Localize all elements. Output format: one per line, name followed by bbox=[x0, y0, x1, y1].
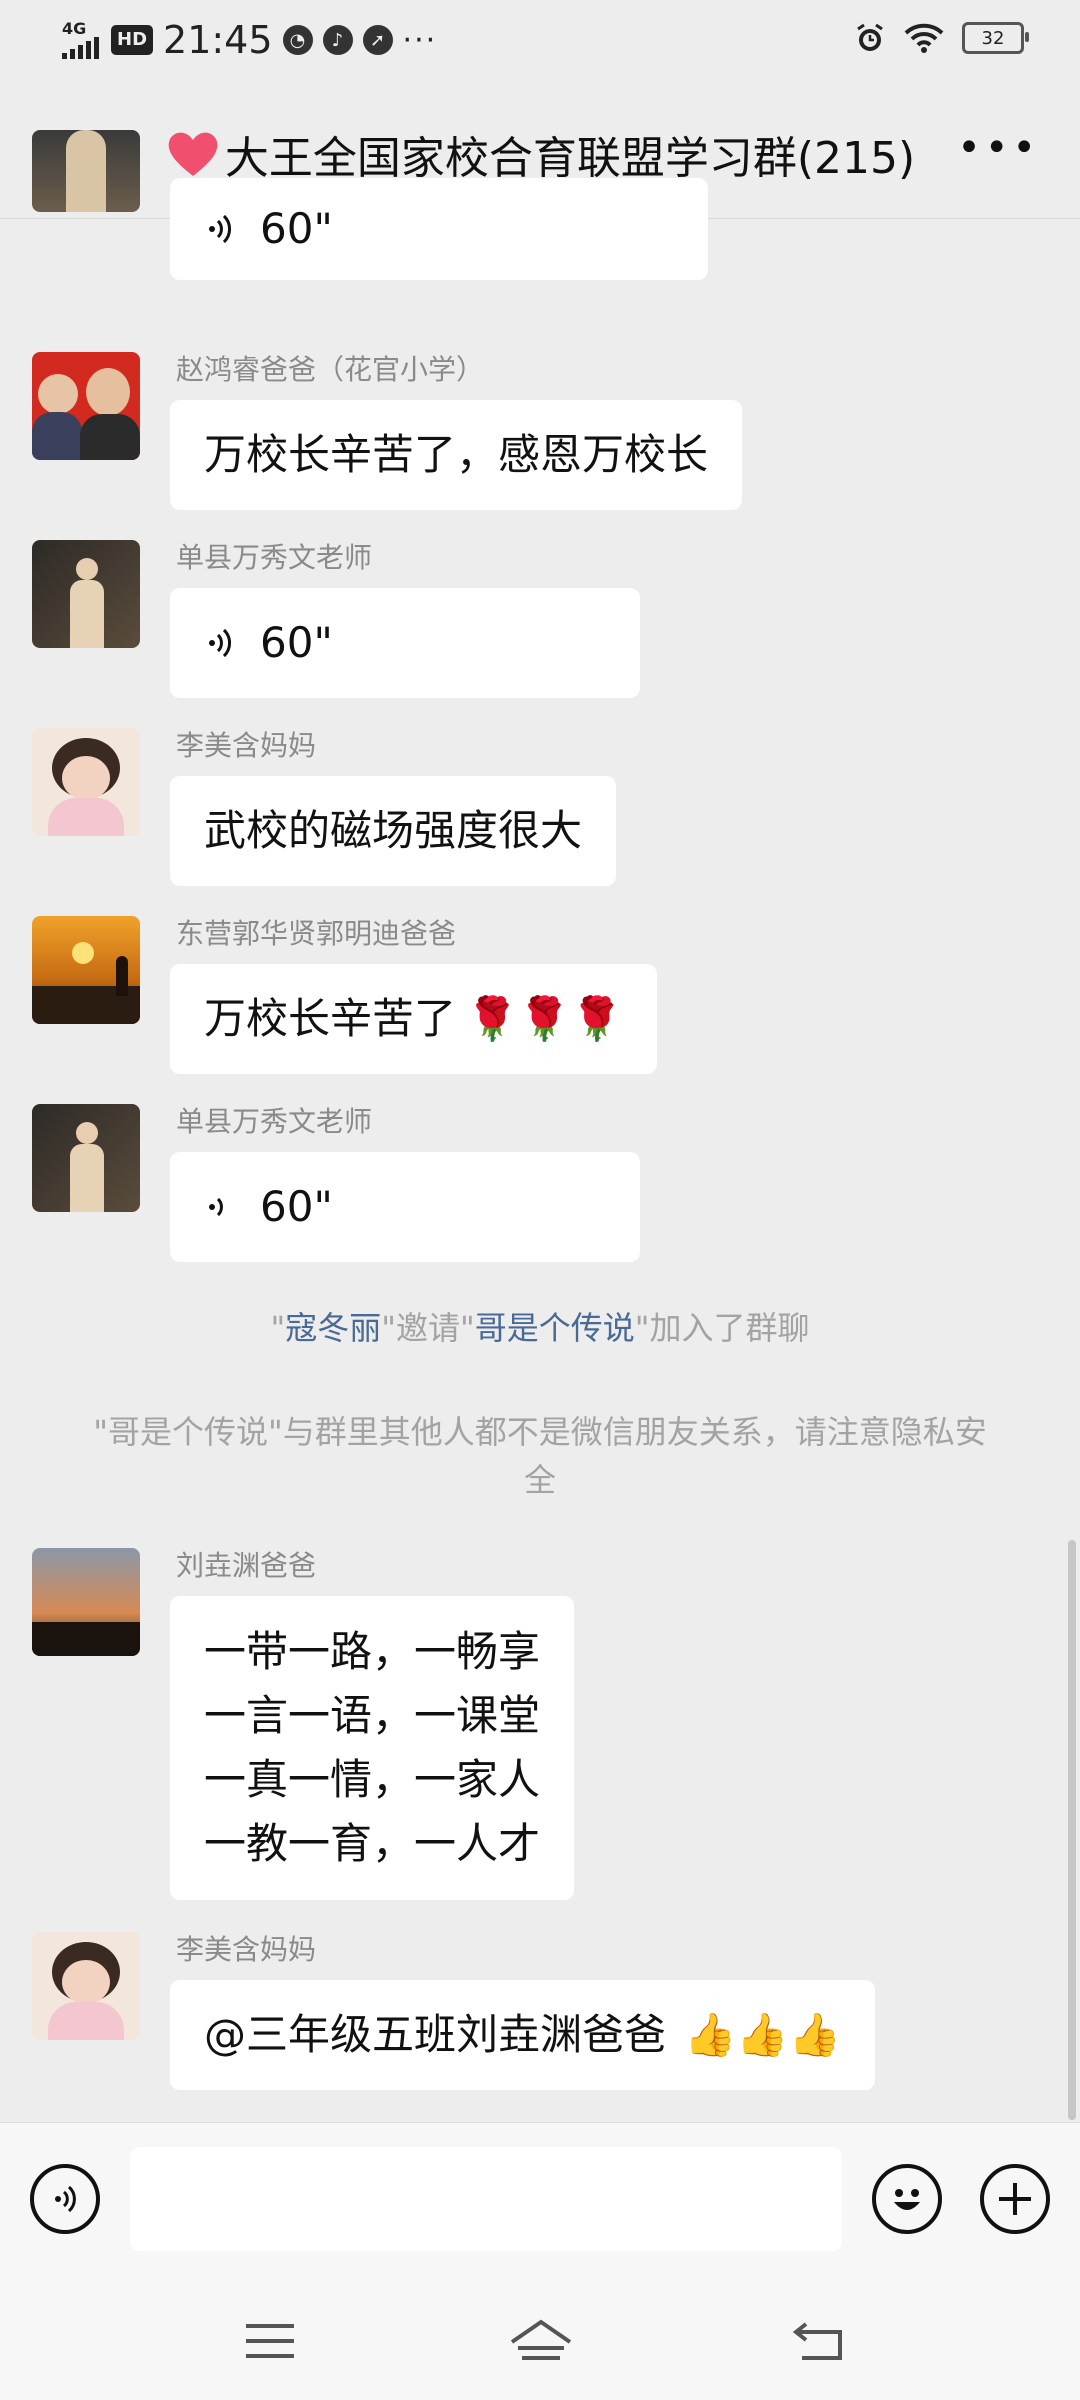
voice-duration: 60" bbox=[260, 618, 333, 667]
voice-wave-icon bbox=[209, 628, 231, 658]
scrollbar[interactable] bbox=[1068, 1540, 1076, 2120]
text-message-bubble[interactable]: 万校长辛苦了 🌹🌹🌹 bbox=[170, 964, 657, 1074]
sender-name: 赵鸿睿爸爸（花官小学） bbox=[176, 353, 485, 386]
text-message-bubble[interactable]: 一带一路，一畅享 一言一语，一课堂 一真一情，一家人 一教一育，一人才 bbox=[170, 1596, 575, 1900]
voice-duration: 60" bbox=[260, 204, 333, 253]
sender-name: 刘垚渊爸爸 bbox=[176, 1549, 317, 1582]
more-functions-button[interactable] bbox=[980, 2164, 1050, 2234]
sender-name: 单县万秀文老师 bbox=[176, 541, 373, 574]
rose-emoji: 🌹🌹🌹 bbox=[466, 994, 623, 1043]
music-notification-icon: ♪ bbox=[322, 25, 353, 55]
avatar[interactable] bbox=[32, 352, 140, 460]
notice-text: " bbox=[270, 1309, 286, 1347]
compass-notification-icon: ➚ bbox=[362, 25, 393, 55]
battery-level: 32 bbox=[981, 27, 1005, 49]
message-line: 一言一语，一课堂 bbox=[204, 1691, 541, 1740]
voice-message-bubble[interactable]: 60" bbox=[170, 178, 708, 280]
voice-message-bubble[interactable]: 60" bbox=[170, 588, 640, 698]
message-text: 武校的磁场强度很大 bbox=[204, 806, 583, 855]
text-message-bubble[interactable]: 武校的磁场强度很大 bbox=[170, 776, 617, 886]
avatar[interactable] bbox=[32, 1104, 140, 1212]
emoji-button[interactable] bbox=[872, 2164, 942, 2234]
app-notification-icon: ◔ bbox=[282, 25, 313, 55]
avatar[interactable] bbox=[32, 130, 140, 212]
message-line: 一真一情，一家人 bbox=[204, 1755, 541, 1804]
avatar[interactable] bbox=[32, 728, 140, 836]
network-type: 4G bbox=[62, 19, 87, 38]
system-navigation-bar bbox=[0, 2282, 1080, 2400]
voice-input-button[interactable] bbox=[30, 2164, 100, 2234]
alarm-icon bbox=[857, 23, 883, 51]
notice-text: "邀请" bbox=[381, 1309, 475, 1347]
back-nav-icon[interactable] bbox=[790, 2314, 850, 2368]
voice-input-icon bbox=[55, 2185, 76, 2213]
battery-icon: 32 bbox=[962, 22, 1029, 54]
smiley-icon bbox=[894, 2189, 920, 2210]
message-text: 万校长辛苦了，感恩万校长 bbox=[204, 430, 709, 479]
text-message-bubble[interactable]: @三年级五班刘垚渊爸爸 👍👍👍 bbox=[170, 1980, 875, 2090]
heart-icon bbox=[168, 132, 218, 176]
message-text: @三年级五班刘垚渊爸爸 bbox=[204, 2010, 667, 2059]
avatar[interactable] bbox=[32, 1548, 140, 1656]
message-text: 万校长辛苦了 bbox=[204, 994, 457, 1043]
more-options-icon[interactable]: ••• bbox=[957, 128, 1040, 168]
message-line: 一带一路，一畅享 bbox=[204, 1627, 541, 1676]
sender-name: 单县万秀文老师 bbox=[176, 1105, 373, 1138]
plus-icon bbox=[999, 2183, 1031, 2215]
notice-text: "加入了群聊 bbox=[634, 1309, 810, 1347]
more-notifications: ··· bbox=[402, 22, 438, 58]
menu-icon[interactable] bbox=[240, 2314, 300, 2368]
hd-badge: HD bbox=[111, 25, 154, 55]
home-icon[interactable] bbox=[506, 2314, 576, 2368]
voice-duration: 60" bbox=[260, 1182, 333, 1231]
sender-name: 东营郭华贤郭明迪爸爸 bbox=[176, 917, 457, 950]
sender-name: 李美含妈妈 bbox=[176, 1933, 317, 1966]
wifi-icon bbox=[904, 23, 944, 53]
invite-notice: "寇冬丽"邀请"哥是个传说"加入了群聊 bbox=[60, 1304, 1020, 1352]
voice-message-bubble[interactable]: 60" bbox=[170, 1152, 640, 1262]
inviter-link[interactable]: 寇冬丽 bbox=[285, 1309, 381, 1347]
group-name: 大王全国家校合育联盟学习群(215) bbox=[224, 133, 916, 184]
voice-wave-icon bbox=[209, 214, 231, 244]
signal-icon: 4G bbox=[62, 21, 99, 59]
thumbs-up-emoji: 👍👍👍 bbox=[684, 2010, 841, 2059]
input-bar bbox=[0, 2122, 1080, 2283]
avatar[interactable] bbox=[32, 1932, 140, 2040]
avatar[interactable] bbox=[32, 916, 140, 1024]
invitee-link[interactable]: 哥是个传说 bbox=[475, 1309, 635, 1347]
voice-wave-icon bbox=[209, 1197, 223, 1217]
avatar[interactable] bbox=[32, 540, 140, 648]
message-input[interactable] bbox=[130, 2147, 842, 2251]
clock: 21:45 bbox=[163, 18, 273, 62]
status-bar: 4G HD 21:45 ◔ ♪ ➚ ··· 32 bbox=[0, 0, 1080, 86]
text-message-bubble[interactable]: 万校长辛苦了，感恩万校长 bbox=[170, 400, 743, 510]
sender-name: 李美含妈妈 bbox=[176, 729, 317, 762]
privacy-notice: "哥是个传说"与群里其他人都不是微信朋友关系，请注意隐私安全 bbox=[93, 1413, 987, 1499]
chat-title: 大王全国家校合育联盟学习群(215) bbox=[0, 122, 1080, 186]
message-line: 一教一育，一人才 bbox=[204, 1819, 541, 1868]
